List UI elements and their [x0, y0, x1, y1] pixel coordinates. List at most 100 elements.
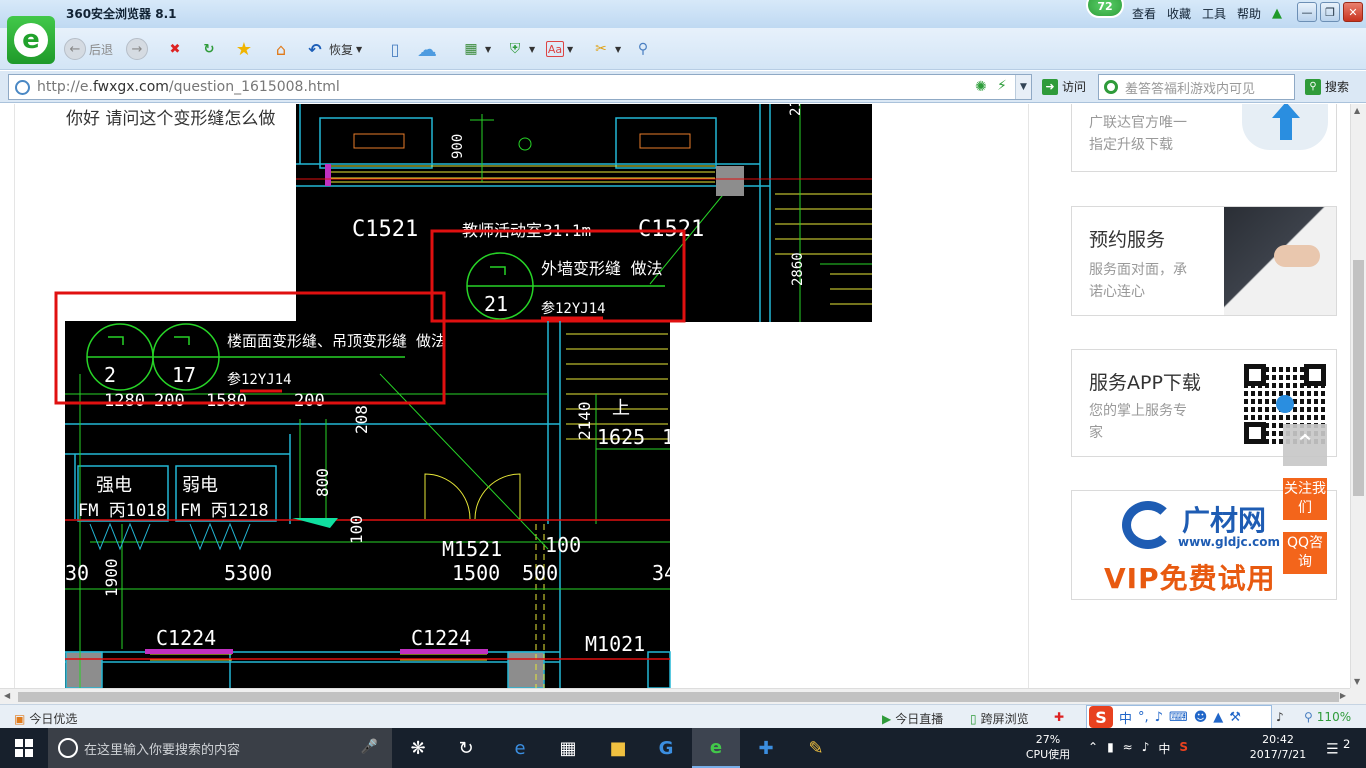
scroll-up-icon[interactable]: ▲ [1354, 106, 1360, 115]
clock[interactable]: 20:42 2017/7/21 [1248, 732, 1308, 762]
security-score-badge[interactable]: 72 [1086, 0, 1124, 18]
appointment-card[interactable]: 预约服务 服务面对面，承 诺心连心 [1071, 206, 1337, 316]
wifi-icon[interactable]: ≈ [1123, 740, 1133, 757]
close-button[interactable]: ✕ [1343, 2, 1363, 22]
menu-view[interactable]: 查看 [1132, 5, 1156, 22]
svg-text:1900: 1900 [102, 558, 121, 597]
apps-button[interactable]: ▦ ▼ [460, 36, 491, 62]
horizontal-scrollbar[interactable]: ◀ ▶ [0, 688, 1350, 704]
zoom-button[interactable]: ⚲ [632, 36, 654, 62]
back-to-top-button[interactable]: ⌃ [1283, 424, 1327, 466]
360-browser-app-icon[interactable]: e [692, 728, 740, 768]
upgrade-card[interactable]: 广联达官方唯一 指定升级下载 [1071, 104, 1337, 172]
cpu-meter[interactable]: 27% CPU使用 [1022, 732, 1074, 762]
back-button[interactable]: ← 后退 [64, 36, 113, 62]
today-picks-button[interactable]: ▣ 今日优选 [14, 710, 77, 727]
search-input[interactable]: 羞答答福利游戏内可见 [1098, 74, 1295, 100]
scroll-right-icon[interactable]: ▶ [1340, 691, 1346, 700]
volume-icon[interactable]: ♪ [1276, 710, 1284, 724]
search-button[interactable]: ⚲ 搜索 [1305, 78, 1349, 95]
notes-app-icon[interactable]: ✎ [792, 728, 840, 768]
play-icon: ▶ [882, 711, 892, 726]
translate-button[interactable]: Aa ▼ [546, 36, 573, 62]
skin-icon[interactable]: ▲ [1272, 6, 1288, 21]
svg-text:楼面面变形缝、吊顶变形缝 做法: 楼面面变形缝、吊顶变形缝 做法 [227, 332, 446, 350]
scroll-down-icon[interactable]: ▼ [1354, 677, 1360, 686]
refresh-icon: ↻ [203, 41, 215, 57]
ime-toolbar[interactable]: S 中 °, ♪ ⌨ ☻ ▲ ⚒ [1086, 705, 1272, 729]
remote-app-icon[interactable]: ✚ [742, 728, 790, 768]
security-button[interactable]: ⛨ ▼ [504, 36, 535, 62]
maximize-button[interactable]: ❐ [1320, 2, 1340, 22]
forward-button[interactable]: → [126, 36, 148, 62]
cross-screen-button[interactable]: ▯ 跨屏浏览 [970, 710, 1029, 727]
taskbar-search[interactable]: 在这里输入你要搜索的内容 🎤 [48, 728, 392, 768]
chevron-down-icon: ▼ [529, 44, 536, 54]
refresh-button[interactable]: ↻ [198, 36, 220, 62]
taskview-app-icon[interactable]: ❋ [394, 728, 442, 768]
svg-text:1: 1 [662, 425, 674, 449]
search-engine-icon [1104, 80, 1118, 94]
system-tray: ⌃ ▮ ≈ ♪ 中 S [1088, 740, 1188, 757]
file-explorer-icon[interactable]: ■ [594, 728, 642, 768]
cad-drawing-image[interactable]: 900 2100 2860 C1521 教师活动室 31.1m C1521 21… [0, 104, 880, 688]
chevron-up-icon: ⌃ [1294, 430, 1316, 460]
menu-tools[interactable]: 工具 [1202, 5, 1226, 22]
restore-button[interactable]: ↶ 恢复 ▼ [304, 36, 362, 62]
magnifier-icon: ⚲ [1304, 710, 1313, 724]
plus-icon[interactable]: ✚ [1054, 710, 1064, 724]
stop-button[interactable]: ✖ [164, 36, 186, 62]
browser-swirl-app-icon[interactable]: ↻ [442, 728, 490, 768]
gldjc-logo-icon [1122, 501, 1174, 549]
speaker-icon[interactable]: ♪ [1142, 740, 1150, 757]
svg-text:2140: 2140 [575, 401, 594, 440]
mic-icon[interactable]: 🎤 [361, 739, 378, 755]
app-title: 360安全浏览器 8.1 [66, 7, 177, 21]
glodon-app-icon[interactable]: G [642, 728, 690, 768]
cloud-button[interactable]: ☁ [416, 36, 438, 62]
favorite-button[interactable]: ★ [233, 36, 255, 62]
screenshot-button[interactable]: ✂ ▼ [590, 36, 621, 62]
svg-text:30: 30 [65, 561, 89, 585]
speed-icon[interactable]: ✺ [975, 79, 987, 95]
mobile-button[interactable]: ▯ [384, 36, 406, 62]
url-dropdown-icon[interactable]: ▼ [1015, 75, 1031, 99]
svg-text:21: 21 [484, 292, 508, 316]
notification-icon: ☰ [1326, 741, 1339, 758]
start-button[interactable] [0, 728, 48, 768]
zoom-level[interactable]: ⚲ 110% [1304, 710, 1351, 724]
windows-taskbar: 在这里输入你要搜索的内容 🎤 ❋ ↻ e ▦ ■ G e ✚ ✎ 27% CPU… [0, 728, 1366, 768]
menu-help[interactable]: 帮助 [1237, 5, 1261, 22]
home-button[interactable]: ⌂ [270, 36, 292, 62]
handshake-image [1224, 207, 1336, 315]
svg-text:FM 丙1218: FM 丙1218 [180, 501, 269, 521]
svg-text:17: 17 [172, 363, 196, 387]
svg-text:34: 34 [652, 561, 676, 585]
chevron-up-icon[interactable]: ⌃ [1088, 740, 1098, 757]
qq-consult-button[interactable]: QQ咨询 [1283, 532, 1327, 574]
svg-text:2860: 2860 [790, 252, 806, 286]
svg-text:参12YJ14: 参12YJ14 [541, 300, 606, 317]
users-icon: ☻ [1193, 709, 1208, 725]
follow-us-button[interactable]: 关注我们 [1283, 478, 1327, 520]
visit-button[interactable]: ➜ 访问 [1042, 78, 1086, 95]
mic-icon: ♪ [1154, 709, 1163, 725]
store-app-icon[interactable]: ▦ [544, 728, 592, 768]
sogou-tray-icon[interactable]: S [1179, 740, 1188, 757]
svg-text:强电: 强电 [96, 475, 132, 496]
ime-language[interactable]: 中 [1158, 740, 1170, 757]
battery-icon[interactable]: ▮ [1107, 740, 1114, 757]
vertical-scroll-thumb[interactable] [1353, 260, 1364, 496]
notification-center-button[interactable]: ☰ 2 [1326, 737, 1350, 758]
url-field[interactable]: http://e. fwxgx.com/question_1615008.html… [8, 74, 1032, 100]
edge-app-icon[interactable]: e [496, 728, 544, 768]
horizontal-scroll-thumb[interactable] [18, 692, 1339, 702]
minimize-button[interactable]: — [1297, 2, 1317, 22]
menu-favorites[interactable]: 收藏 [1167, 5, 1191, 22]
live-button[interactable]: ▶ 今日直播 [882, 710, 943, 727]
browser-logo-icon[interactable]: e [7, 16, 55, 64]
scroll-left-icon[interactable]: ◀ [4, 691, 10, 700]
vertical-scrollbar[interactable]: ▲ ▼ [1350, 104, 1366, 688]
chevron-down-icon: ▼ [567, 44, 574, 54]
lightning-icon[interactable]: ⚡ [997, 78, 1007, 94]
